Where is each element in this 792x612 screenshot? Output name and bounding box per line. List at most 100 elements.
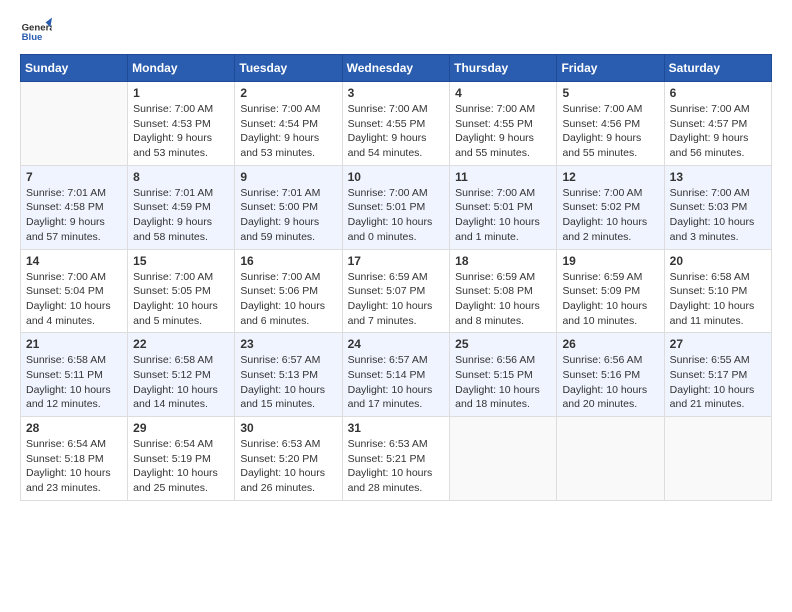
day-detail: Sunrise: 6:58 AM Sunset: 5:10 PM Dayligh… — [670, 270, 766, 329]
day-detail: Sunrise: 7:00 AM Sunset: 4:53 PM Dayligh… — [133, 102, 229, 161]
day-number: 2 — [240, 86, 336, 100]
day-detail: Sunrise: 7:01 AM Sunset: 5:00 PM Dayligh… — [240, 186, 336, 245]
day-detail: Sunrise: 6:54 AM Sunset: 5:18 PM Dayligh… — [26, 437, 122, 496]
day-number: 22 — [133, 337, 229, 351]
calendar-cell: 22 Sunrise: 6:58 AM Sunset: 5:12 PM Dayli… — [128, 333, 235, 417]
day-number: 10 — [348, 170, 445, 184]
calendar-cell: 20 Sunrise: 6:58 AM Sunset: 5:10 PM Dayli… — [664, 249, 771, 333]
day-detail: Sunrise: 6:59 AM Sunset: 5:07 PM Dayligh… — [348, 270, 445, 329]
calendar-cell: 29Sunrise: 6:54 AM Sunset: 5:19 PM Dayli… — [128, 417, 235, 501]
day-number: 15 — [133, 254, 229, 268]
day-number: 23 — [240, 337, 336, 351]
calendar-cell: 8 Sunrise: 7:01 AM Sunset: 4:59 PM Daylig… — [128, 165, 235, 249]
calendar-cell: 12 Sunrise: 7:00 AM Sunset: 5:02 PM Dayli… — [557, 165, 664, 249]
day-number: 8 — [133, 170, 229, 184]
calendar-cell: 9 Sunrise: 7:01 AM Sunset: 5:00 PM Daylig… — [235, 165, 342, 249]
day-number: 6 — [670, 86, 766, 100]
day-number: 9 — [240, 170, 336, 184]
calendar-cell: 11 Sunrise: 7:00 AM Sunset: 5:01 PM Dayli… — [450, 165, 557, 249]
day-number: 25 — [455, 337, 551, 351]
day-detail: Sunrise: 7:00 AM Sunset: 5:01 PM Dayligh… — [455, 186, 551, 245]
day-detail: Sunrise: 7:00 AM Sunset: 4:54 PM Dayligh… — [240, 102, 336, 161]
week-row-3: 21Sunrise: 6:58 AM Sunset: 5:11 PM Dayli… — [21, 333, 772, 417]
day-detail: Sunrise: 6:54 AM Sunset: 5:19 PM Dayligh… — [133, 437, 229, 496]
header-friday: Friday — [557, 55, 664, 82]
day-number: 1 — [133, 86, 229, 100]
week-row-4: 28 Sunrise: 6:54 AM Sunset: 5:18 PM Dayli… — [21, 417, 772, 501]
week-row-2: 14 Sunrise: 7:00 AM Sunset: 5:04 PM Dayli… — [21, 249, 772, 333]
day-detail: Sunrise: 6:58 AM Sunset: 5:12 PM Dayligh… — [133, 353, 229, 412]
day-detail: Sunrise: 6:59 AM Sunset: 5:09 PM Dayligh… — [562, 270, 658, 329]
calendar-cell: 1 Sunrise: 7:00 AM Sunset: 4:53 PM Daylig… — [128, 82, 235, 166]
day-detail: Sunrise: 7:00 AM Sunset: 5:03 PM Dayligh… — [670, 186, 766, 245]
day-number: 20 — [670, 254, 766, 268]
calendar-cell — [450, 417, 557, 501]
day-detail: Sunrise: 7:00 AM Sunset: 5:02 PM Dayligh… — [562, 186, 658, 245]
calendar-header-row: SundayMondayTuesdayWednesdayThursdayFrid… — [21, 55, 772, 82]
calendar-cell: 19Sunrise: 6:59 AM Sunset: 5:09 PM Dayli… — [557, 249, 664, 333]
day-detail: Sunrise: 7:01 AM Sunset: 4:59 PM Dayligh… — [133, 186, 229, 245]
day-detail: Sunrise: 7:00 AM Sunset: 5:06 PM Dayligh… — [240, 270, 336, 329]
calendar-cell — [664, 417, 771, 501]
calendar-cell — [557, 417, 664, 501]
day-number: 30 — [240, 421, 336, 435]
day-detail: Sunrise: 6:53 AM Sunset: 5:21 PM Dayligh… — [348, 437, 445, 496]
day-number: 13 — [670, 170, 766, 184]
svg-text:Blue: Blue — [22, 32, 43, 43]
calendar-cell: 25 Sunrise: 6:56 AM Sunset: 5:15 PM Dayli… — [450, 333, 557, 417]
day-number: 28 — [26, 421, 122, 435]
day-detail: Sunrise: 6:55 AM Sunset: 5:17 PM Dayligh… — [670, 353, 766, 412]
day-detail: Sunrise: 7:01 AM Sunset: 4:58 PM Dayligh… — [26, 186, 122, 245]
calendar-cell: 3Sunrise: 7:00 AM Sunset: 4:55 PM Daylig… — [342, 82, 450, 166]
header-saturday: Saturday — [664, 55, 771, 82]
day-detail: Sunrise: 7:00 AM Sunset: 4:55 PM Dayligh… — [455, 102, 551, 161]
day-number: 12 — [562, 170, 658, 184]
calendar-cell: 28 Sunrise: 6:54 AM Sunset: 5:18 PM Dayli… — [21, 417, 128, 501]
calendar-cell: 30 Sunrise: 6:53 AM Sunset: 5:20 PM Dayli… — [235, 417, 342, 501]
calendar-cell: 24 Sunrise: 6:57 AM Sunset: 5:14 PM Dayli… — [342, 333, 450, 417]
day-number: 14 — [26, 254, 122, 268]
calendar-cell: 21Sunrise: 6:58 AM Sunset: 5:11 PM Dayli… — [21, 333, 128, 417]
day-number: 24 — [348, 337, 445, 351]
day-detail: Sunrise: 6:57 AM Sunset: 5:13 PM Dayligh… — [240, 353, 336, 412]
week-row-0: 1 Sunrise: 7:00 AM Sunset: 4:53 PM Daylig… — [21, 82, 772, 166]
day-detail: Sunrise: 7:00 AM Sunset: 5:05 PM Dayligh… — [133, 270, 229, 329]
calendar-cell: 16Sunrise: 7:00 AM Sunset: 5:06 PM Dayli… — [235, 249, 342, 333]
day-detail: Sunrise: 6:56 AM Sunset: 5:16 PM Dayligh… — [562, 353, 658, 412]
calendar-cell: 13 Sunrise: 7:00 AM Sunset: 5:03 PM Dayli… — [664, 165, 771, 249]
day-number: 27 — [670, 337, 766, 351]
calendar-cell: 10 Sunrise: 7:00 AM Sunset: 5:01 PM Dayli… — [342, 165, 450, 249]
day-number: 31 — [348, 421, 445, 435]
calendar-cell: 6 Sunrise: 7:00 AM Sunset: 4:57 PM Daylig… — [664, 82, 771, 166]
day-number: 3 — [348, 86, 445, 100]
calendar-table: SundayMondayTuesdayWednesdayThursdayFrid… — [20, 54, 772, 501]
header-monday: Monday — [128, 55, 235, 82]
day-detail: Sunrise: 6:56 AM Sunset: 5:15 PM Dayligh… — [455, 353, 551, 412]
calendar-cell: 15 Sunrise: 7:00 AM Sunset: 5:05 PM Dayli… — [128, 249, 235, 333]
day-detail: Sunrise: 7:00 AM Sunset: 4:56 PM Dayligh… — [562, 102, 658, 161]
day-detail: Sunrise: 6:58 AM Sunset: 5:11 PM Dayligh… — [26, 353, 122, 412]
calendar-cell: 2 Sunrise: 7:00 AM Sunset: 4:54 PM Daylig… — [235, 82, 342, 166]
day-number: 4 — [455, 86, 551, 100]
day-detail: Sunrise: 7:00 AM Sunset: 5:01 PM Dayligh… — [348, 186, 445, 245]
day-detail: Sunrise: 6:53 AM Sunset: 5:20 PM Dayligh… — [240, 437, 336, 496]
day-detail: Sunrise: 6:57 AM Sunset: 5:14 PM Dayligh… — [348, 353, 445, 412]
calendar-cell: 17 Sunrise: 6:59 AM Sunset: 5:07 PM Dayli… — [342, 249, 450, 333]
day-number: 11 — [455, 170, 551, 184]
calendar-cell: 14 Sunrise: 7:00 AM Sunset: 5:04 PM Dayli… — [21, 249, 128, 333]
day-number: 17 — [348, 254, 445, 268]
week-row-1: 7 Sunrise: 7:01 AM Sunset: 4:58 PM Daylig… — [21, 165, 772, 249]
day-detail: Sunrise: 7:00 AM Sunset: 4:57 PM Dayligh… — [670, 102, 766, 161]
calendar-cell: 5 Sunrise: 7:00 AM Sunset: 4:56 PM Daylig… — [557, 82, 664, 166]
day-number: 7 — [26, 170, 122, 184]
header-sunday: Sunday — [21, 55, 128, 82]
calendar-cell: 26Sunrise: 6:56 AM Sunset: 5:16 PM Dayli… — [557, 333, 664, 417]
calendar-cell: 23 Sunrise: 6:57 AM Sunset: 5:13 PM Dayli… — [235, 333, 342, 417]
calendar-cell: 18Sunrise: 6:59 AM Sunset: 5:08 PM Dayli… — [450, 249, 557, 333]
day-number: 5 — [562, 86, 658, 100]
day-number: 18 — [455, 254, 551, 268]
header-thursday: Thursday — [450, 55, 557, 82]
calendar-cell: 27 Sunrise: 6:55 AM Sunset: 5:17 PM Dayli… — [664, 333, 771, 417]
calendar-cell — [21, 82, 128, 166]
day-detail: Sunrise: 7:00 AM Sunset: 5:04 PM Dayligh… — [26, 270, 122, 329]
